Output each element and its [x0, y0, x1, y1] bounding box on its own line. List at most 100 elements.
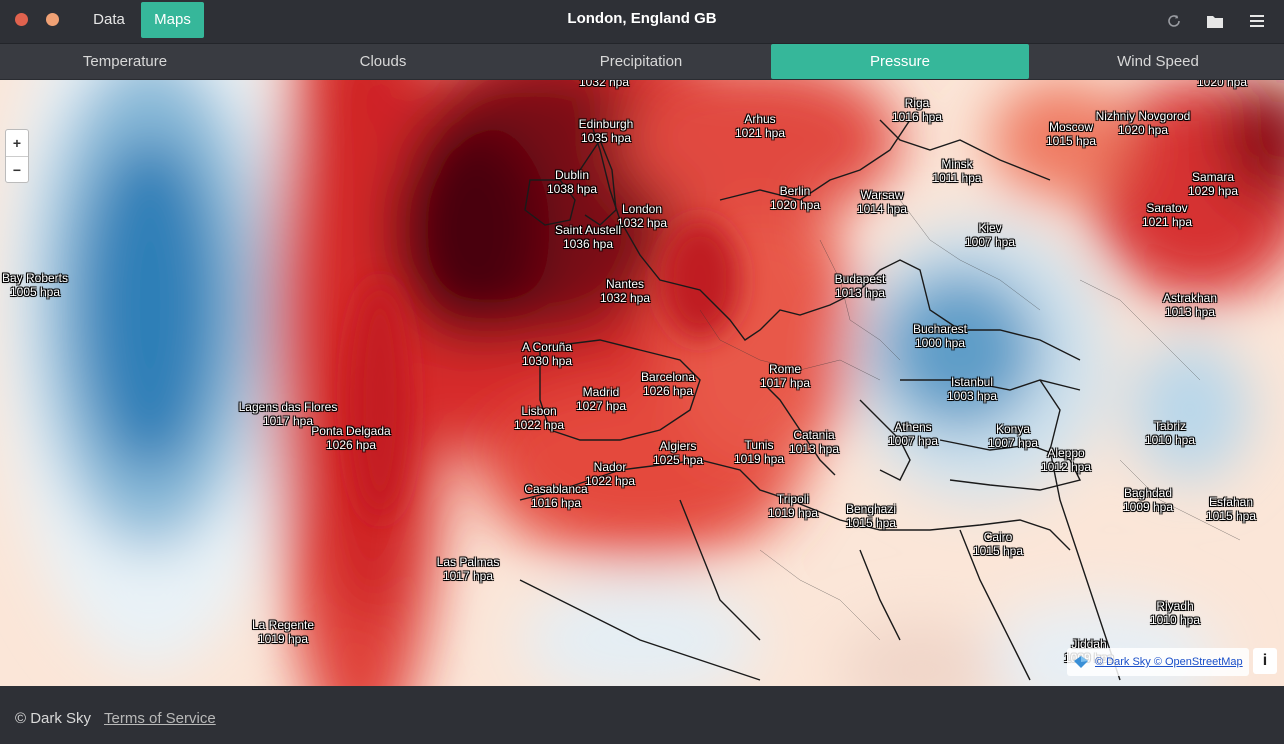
- layer-tab-temperature[interactable]: Temperature: [0, 44, 254, 79]
- city-pressure: 1022 hpa: [584, 474, 636, 488]
- city-label: Samara 1029 hpa: [1188, 170, 1238, 198]
- city-pressure: 1025 hpa: [652, 453, 704, 467]
- city-name: Las Palmas: [436, 555, 500, 569]
- city-pressure: 1013 hpa: [1164, 305, 1216, 319]
- city-pressure: 1011 hpa: [932, 171, 982, 185]
- folder-icon[interactable]: [1206, 12, 1224, 30]
- layer-tab-wind-speed[interactable]: Wind Speed: [1029, 44, 1284, 79]
- city-label: Saint Austell 1036 hpa: [555, 223, 621, 251]
- city-name: Casablanca: [524, 482, 588, 496]
- city-label: Kiev 1007 hpa: [965, 221, 1015, 249]
- city-pressure: 1029 hpa: [1187, 184, 1239, 198]
- city-label: Berlin 1020 hpa: [770, 184, 820, 212]
- city-label: Edinburgh 1035 hpa: [579, 117, 634, 145]
- city-name: London: [621, 202, 663, 216]
- city-pressure: 1022 hpa: [513, 418, 565, 432]
- tab-data[interactable]: Data: [82, 2, 136, 38]
- city-pressure: 1019 hpa: [257, 632, 309, 646]
- city-name: Berlin: [779, 184, 811, 198]
- city-name: Ponta Delgada: [311, 424, 391, 438]
- city-pressure: 1013 hpa: [788, 442, 840, 456]
- city-label: Las Palmas 1017 hpa: [437, 555, 500, 583]
- city-label: Bucharest 1000 hpa: [913, 322, 967, 350]
- city-label: Athens 1007 hpa: [888, 420, 938, 448]
- city-label: Istanbul 1003 hpa: [947, 375, 997, 403]
- city-name: Aleppo: [1047, 446, 1085, 460]
- city-pressure: 1016 hpa: [891, 110, 943, 124]
- city-pressure: 1019 hpa: [733, 452, 785, 466]
- city-name: Dublin: [554, 168, 590, 182]
- city-label: Baghdad 1009 hpa: [1123, 486, 1173, 514]
- city-name: Saratov: [1146, 201, 1188, 215]
- terms-of-service-link[interactable]: Terms of Service: [104, 710, 216, 727]
- attribution-links[interactable]: © Dark Sky © OpenStreetMap: [1095, 648, 1243, 676]
- city-label: Tunis 1019 hpa: [734, 438, 784, 466]
- city-pressure: 1021 hpa: [734, 126, 786, 140]
- city-label: Budapest 1013 hpa: [835, 272, 886, 300]
- city-pressure: 1012 hpa: [1040, 460, 1092, 474]
- map-attribution: © Dark Sky © OpenStreetMap: [1067, 648, 1249, 676]
- city-pressure: 1010 hpa: [1149, 613, 1201, 627]
- city-name: Tripoli: [776, 492, 810, 506]
- close-window-button[interactable]: [15, 13, 28, 26]
- city-pressure: 1030 hpa: [521, 354, 573, 368]
- city-label: Arhus 1021 hpa: [735, 112, 785, 140]
- pressure-map[interactable]: Edinburgh 1035 hpa 1032 hpa Dublin 1038 hpa L…: [0, 80, 1284, 686]
- zoom-control: + −: [5, 129, 29, 183]
- city-label: 1020 hpa: [1197, 80, 1247, 89]
- map-info-button[interactable]: i: [1253, 648, 1277, 674]
- zoom-out-button[interactable]: −: [6, 157, 28, 183]
- title-bar: Data Maps London, England GB: [0, 0, 1284, 44]
- city-label: Bay Roberts 1005 hpa: [2, 271, 68, 299]
- city-name: Lisbon: [521, 404, 557, 418]
- city-name: Astrakhan: [1162, 291, 1218, 305]
- city-pressure: 1015 hpa: [1205, 509, 1257, 523]
- menu-icon[interactable]: [1248, 12, 1266, 30]
- city-name: Tunis: [744, 438, 774, 452]
- city-name: Samara: [1191, 170, 1235, 184]
- city-name: Kiev: [978, 221, 1002, 235]
- city-pressure: 1036 hpa: [562, 237, 614, 251]
- city-pressure: 1020 hpa: [1117, 123, 1169, 137]
- city-label: Saratov 1021 hpa: [1142, 201, 1192, 229]
- city-label: Nizhniy Novgorod 1020 hpa: [1096, 109, 1191, 137]
- city-label: Nantes 1032 hpa: [600, 277, 650, 305]
- city-pressure: 1019 hpa: [767, 506, 819, 520]
- city-pressure: 1014 hpa: [856, 202, 908, 216]
- city-pressure: 1032 hpa: [599, 291, 651, 305]
- minimize-window-button[interactable]: [46, 13, 59, 26]
- tab-maps[interactable]: Maps: [141, 2, 204, 38]
- city-pressure: 1027 hpa: [575, 399, 627, 413]
- city-label: Dublin 1038 hpa: [547, 168, 597, 196]
- city-pressure: 1003 hpa: [946, 389, 998, 403]
- copyright: © Dark Sky: [15, 710, 92, 727]
- layer-tab-clouds[interactable]: Clouds: [254, 44, 512, 79]
- city-pressure: 1015 hpa: [1045, 134, 1097, 148]
- refresh-icon[interactable]: [1165, 12, 1183, 30]
- city-name: Bucharest: [912, 322, 968, 336]
- city-name: La Regente: [251, 618, 315, 632]
- layer-tab-precipitation[interactable]: Precipitation: [512, 44, 770, 79]
- layer-tab-pressure[interactable]: Pressure: [771, 44, 1029, 79]
- city-pressure: 1000 hpa: [914, 336, 966, 350]
- city-name: Benghazi: [845, 502, 897, 516]
- city-label: Catania 1013 hpa: [789, 428, 839, 456]
- city-pressure: 1032 hpa: [578, 80, 630, 89]
- zoom-in-button[interactable]: +: [6, 130, 28, 157]
- city-label: Lisbon 1022 hpa: [514, 404, 564, 432]
- city-pressure: 1015 hpa: [845, 516, 897, 530]
- city-name: Riyadh: [1156, 599, 1194, 613]
- city-label: Benghazi 1015 hpa: [846, 502, 896, 530]
- city-name: Algiers: [659, 439, 697, 453]
- city-name: Moscow: [1048, 120, 1093, 134]
- city-pressure: 1007 hpa: [987, 436, 1039, 450]
- city-label: Tripoli 1019 hpa: [768, 492, 818, 520]
- city-pressure: 1017 hpa: [759, 376, 811, 390]
- city-label: Madrid 1027 hpa: [576, 385, 626, 413]
- city-pressure: 1038 hpa: [546, 182, 598, 196]
- city-name: Minsk: [941, 157, 973, 171]
- city-label: Nador 1022 hpa: [585, 460, 635, 488]
- city-pressure: 1016 hpa: [530, 496, 582, 510]
- map-layer-tabs: Temperature Clouds Precipitation Pressur…: [0, 44, 1284, 80]
- city-name: Budapest: [834, 272, 886, 286]
